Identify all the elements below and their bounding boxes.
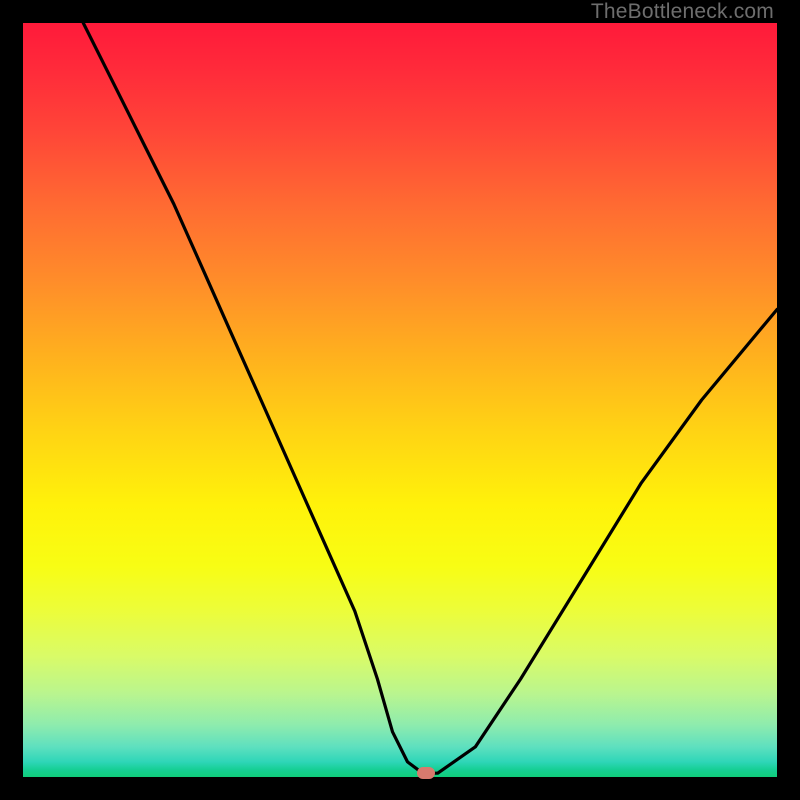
plot-area	[23, 23, 777, 777]
watermark-text: TheBottleneck.com	[591, 0, 774, 24]
curve-path	[83, 23, 777, 773]
bottleneck-curve	[23, 23, 777, 777]
chart-frame: TheBottleneck.com	[0, 0, 800, 800]
minimum-marker	[417, 767, 435, 779]
